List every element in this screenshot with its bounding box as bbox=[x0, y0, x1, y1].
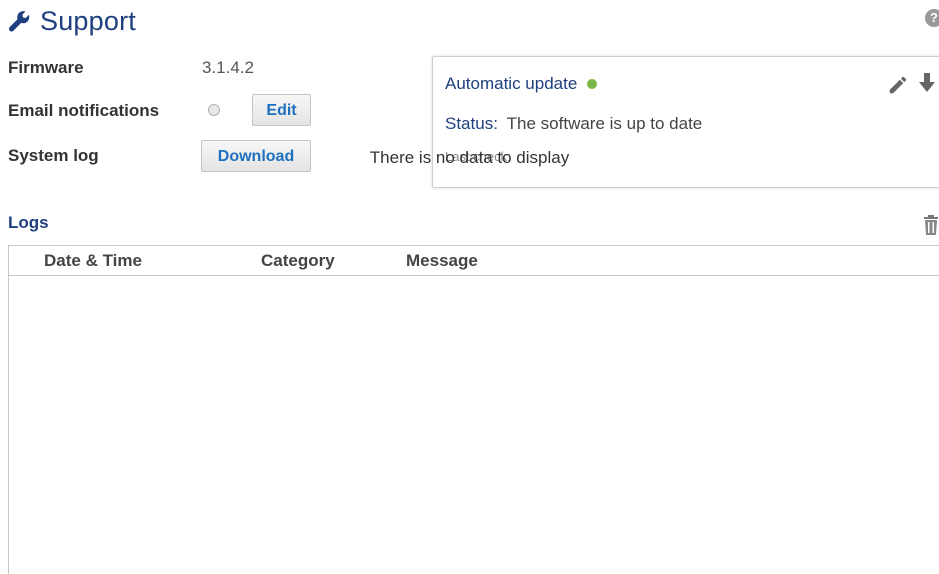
trash-icon[interactable] bbox=[923, 214, 939, 236]
column-date-time[interactable]: Date & Time bbox=[44, 251, 142, 271]
wrench-icon bbox=[8, 11, 30, 32]
column-message[interactable]: Message bbox=[406, 251, 478, 271]
firmware-value: 3.1.4.2 bbox=[202, 58, 254, 77]
logs-table: Date & Time Category Message bbox=[8, 245, 939, 574]
column-category[interactable]: Category bbox=[261, 251, 335, 271]
logs-table-header: Date & Time Category Message bbox=[9, 246, 939, 276]
help-icon[interactable]: ? bbox=[925, 9, 939, 27]
update-status: Status: The software is up to date bbox=[445, 114, 702, 134]
logs-title: Logs bbox=[8, 213, 49, 232]
automatic-update-label: Automatic update bbox=[445, 74, 578, 93]
firmware-label: Firmware bbox=[8, 58, 84, 77]
download-arrow-icon[interactable] bbox=[919, 72, 935, 94]
edit-button[interactable]: Edit bbox=[252, 94, 311, 126]
email-notifications-status-indicator bbox=[208, 104, 220, 116]
status-value: The software is up to date bbox=[506, 114, 703, 133]
pencil-icon[interactable] bbox=[887, 74, 909, 96]
empty-table-message: There is no data to display bbox=[369, 148, 570, 167]
page-header: Support bbox=[8, 4, 136, 38]
status-dot-icon bbox=[587, 79, 598, 89]
page-title: Support bbox=[40, 5, 136, 36]
support-page: Support ? Firmware 3.1.4.2 Email notific… bbox=[0, 0, 939, 574]
status-label: Status: bbox=[445, 114, 498, 133]
email-notifications-label: Email notifications bbox=[8, 101, 160, 120]
automatic-update-panel: Automatic update Status: The software is… bbox=[432, 56, 939, 188]
automatic-update-title: Automatic update bbox=[445, 74, 598, 94]
